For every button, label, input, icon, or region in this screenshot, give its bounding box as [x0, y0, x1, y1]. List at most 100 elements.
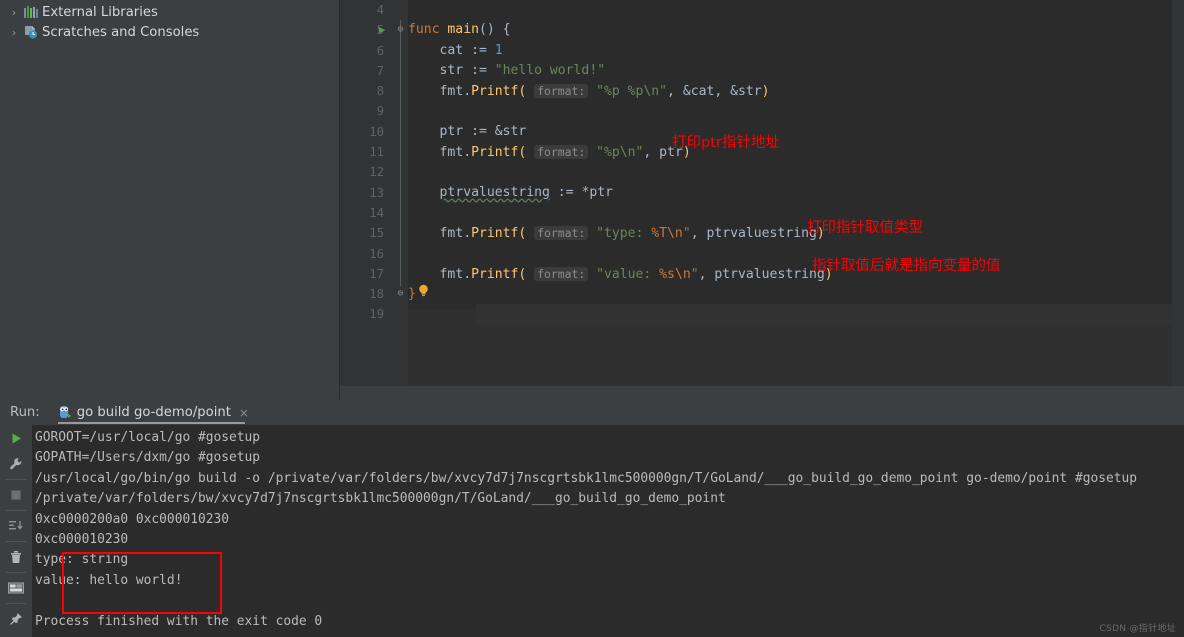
project-tool-window[interactable]: › External Libraries › Scratches and Con… — [0, 0, 340, 400]
run-tab-go-build[interactable]: go build go-demo/point × — [57, 400, 253, 425]
code-token: } — [408, 286, 416, 302]
code-line[interactable]: 8 fmt.Printf( format: "%p %p\n", &cat, &… — [377, 81, 1184, 101]
parameter-hint: format: — [534, 226, 589, 241]
line-number: 9 — [376, 104, 384, 119]
code-line[interactable]: 7 str := "hello world!" — [377, 61, 1184, 81]
line-number: 19 — [369, 307, 384, 322]
intention-bulb-icon[interactable] — [418, 284, 429, 304]
code-token: "hello world!" — [494, 62, 606, 78]
code-token: () { — [478, 22, 511, 38]
library-icon — [22, 4, 39, 20]
stop-button[interactable] — [0, 482, 32, 508]
code-token: fmt — [439, 145, 464, 161]
close-icon[interactable]: × — [239, 406, 249, 420]
code-lines[interactable]: 4 5 ▶ ⊖ func main() {6 cat := 17 str := "hel… — [369, 0, 1184, 400]
settings-button[interactable] — [0, 451, 32, 477]
run-tab-active-underline — [57, 422, 245, 424]
line-number: 13 — [369, 185, 384, 200]
code-token: "type: — [596, 226, 652, 242]
code-fold-toggle[interactable]: ⊖ — [395, 24, 406, 35]
editor-region: › External Libraries › Scratches and Con… — [0, 0, 1184, 400]
toolbar-divider — [6, 479, 26, 480]
console-line: /private/var/folders/bw/xvcy7d7j7nscgrts… — [35, 491, 726, 507]
run-gutter-icon[interactable]: ▶ — [375, 20, 389, 40]
code-line[interactable]: 16 — [369, 244, 1184, 264]
tree-item-label: Scratches and Consoles — [42, 24, 200, 40]
code-token: ptr := &str — [408, 123, 527, 139]
code-token: . — [463, 266, 472, 282]
code-line[interactable]: 15 fmt.Printf( format: "type: %T\n", ptr… — [369, 223, 1184, 243]
console-line: value: hello world! — [35, 572, 183, 588]
code-token: fmt — [439, 84, 464, 100]
editor-fold-strip[interactable] — [394, 0, 408, 400]
parameter-hint: format: — [534, 266, 589, 281]
line-number: 17 — [369, 266, 384, 281]
soft-wrap-button[interactable] — [0, 575, 32, 601]
code-token: ) — [761, 84, 770, 100]
line-number: 18 — [369, 287, 384, 302]
code-fold-toggle[interactable]: ⊖ — [395, 288, 406, 299]
console-line: GOPATH=/Users/dxm/go #gosetup — [35, 450, 261, 466]
code-token: , ptrvaluestring — [698, 266, 825, 282]
code-line[interactable]: 10 ptr := &str — [369, 122, 1184, 142]
code-token: , ptrvaluestring — [690, 226, 817, 242]
run-toolbar — [0, 425, 32, 637]
code-line[interactable]: 12 — [369, 162, 1184, 182]
code-token: "value: — [596, 266, 660, 282]
line-number: 7 — [376, 63, 384, 78]
run-tool-window: Run: go build go-demo/point × GOROOT=/us… — [0, 400, 1184, 637]
code-line[interactable]: 4 — [377, 0, 1184, 20]
tree-item-external-libraries[interactable]: › External Libraries — [0, 2, 339, 22]
console-line: 0xc0000200a0 0xc000010230 — [35, 511, 230, 527]
code-line[interactable]: 5 ▶ ⊖ func main() { — [377, 20, 1184, 40]
run-tab-label: go build go-demo/point — [76, 405, 231, 420]
code-line[interactable]: 17 fmt.Printf( format: "value: %s\n", pt… — [369, 264, 1184, 284]
trash-icon — [11, 551, 21, 563]
code-line[interactable]: 13 ptrvaluestring := *ptr — [369, 183, 1184, 203]
parameter-hint: format: — [534, 145, 589, 160]
pin-icon — [10, 613, 22, 625]
run-console-output[interactable]: GOROOT=/usr/local/go #gosetup GOPATH=/Use… — [32, 425, 1184, 637]
code-token: str := — [408, 62, 495, 78]
code-editor[interactable]: 4 5 ▶ ⊖ func main() {6 cat := 17 str := "hel… — [340, 0, 1184, 400]
caret-line-highlight — [476, 304, 1184, 325]
toolbar-divider — [6, 603, 26, 604]
rerun-button[interactable] — [0, 425, 32, 451]
code-line[interactable]: 11 fmt.Printf( format: "%p\n", ptr) — [369, 142, 1184, 162]
code-token: . — [463, 84, 472, 100]
code-token: fmt — [439, 226, 464, 242]
code-token: . — [463, 226, 472, 242]
code-line[interactable]: 19 — [369, 304, 1184, 325]
console-line: /usr/local/go/bin/go build -o /private/v… — [35, 470, 1138, 486]
tree-item-scratches-and-consoles[interactable]: › Scratches and Consoles — [0, 22, 339, 42]
code-token: . — [463, 145, 472, 161]
code-token: "%p %p\n" — [596, 84, 668, 100]
clear-all-button[interactable] — [0, 544, 32, 570]
code-token: Printf — [471, 84, 519, 100]
scroll-to-end-icon — [9, 520, 23, 530]
chevron-right-icon[interactable]: › — [6, 7, 22, 18]
line-number: 4 — [376, 3, 384, 17]
wrench-icon — [10, 458, 22, 470]
scroll-to-end-button[interactable] — [0, 513, 32, 539]
chevron-right-icon[interactable]: › — [6, 27, 22, 38]
code-token: Printf — [471, 145, 519, 161]
code-line[interactable]: 6 cat := 1 — [377, 41, 1184, 61]
console-line: type: string — [35, 552, 129, 568]
code-line[interactable]: 14 — [369, 203, 1184, 223]
gopher-icon — [58, 405, 72, 420]
code-token: Printf — [471, 226, 519, 242]
code-line[interactable]: 18 ⊖} — [369, 284, 1184, 304]
pin-tab-button[interactable] — [0, 606, 32, 632]
code-token: " — [682, 226, 691, 242]
code-token: , &cat, &str — [667, 84, 762, 100]
line-number: 8 — [376, 84, 384, 99]
code-token: "%p\n" — [596, 145, 644, 161]
code-line[interactable]: 9 — [377, 101, 1184, 121]
code-token: %s\n — [659, 266, 691, 282]
code-fold-region-line — [400, 20, 401, 286]
editor-scrollbar[interactable] — [1172, 0, 1184, 386]
